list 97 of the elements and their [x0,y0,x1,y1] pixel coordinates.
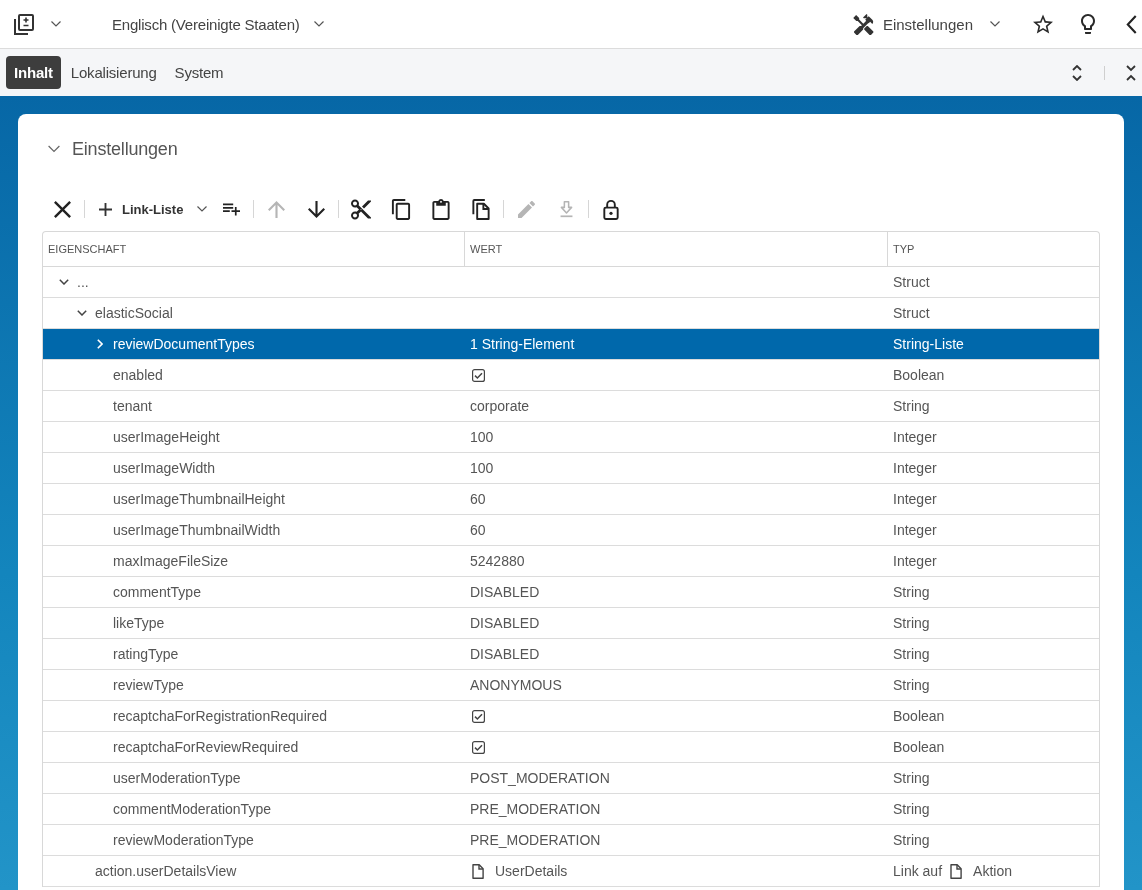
property-value: 5242880 [470,553,525,569]
arrow-down-icon [307,200,325,218]
property-type: String [893,398,930,414]
property-value: 100 [470,429,494,445]
property-value: DISABLED [470,646,540,662]
add-menu-button[interactable]: Link-Liste [87,193,212,225]
property-name: reviewModerationType [113,832,254,848]
linked-type: Aktion [973,863,1012,879]
property-type: String [893,677,930,693]
property-value: 60 [470,491,486,507]
chevron-down-icon[interactable] [77,310,87,316]
property-value: 1 String-Element [470,336,575,352]
caret-icon [197,206,208,212]
caret-icon [313,21,324,27]
property-type: String [893,832,930,848]
property-name: tenant [113,398,152,414]
tab[interactable]: Inhalt [6,56,61,89]
chevron-down-icon[interactable] [59,279,69,285]
document-stack-icon [14,13,34,35]
column-header[interactable]: TYP [887,232,1099,266]
checked-checkbox-icon[interactable] [472,740,485,754]
table-row[interactable]: reviewDocumentTypes 1 String-Element String-Liste [43,329,1099,360]
property-type: Integer [893,429,937,445]
property-name: ... [77,274,89,290]
caret-icon [51,21,61,27]
plus-icon [99,202,112,216]
locale-dropdown[interactable]: Englisch (Vereinigte Staaten) [112,4,324,44]
property-value: corporate [470,398,530,414]
tools-icon [852,13,874,35]
checked-checkbox-icon[interactable] [472,368,485,382]
lightbulb-icon [1078,14,1098,34]
chevron-down-icon[interactable] [48,145,60,153]
fold-icon [1126,64,1136,81]
close-icon [53,200,71,218]
property-type: String-Liste [893,336,964,352]
property-type: String [893,615,930,631]
property-value: PRE_MODERATION [470,832,601,848]
property-name: recaptchaForRegistrationRequired [113,708,327,724]
scissors-icon [351,198,372,220]
caret-icon [990,21,1000,27]
pencil-icon [517,200,535,218]
copy-file-icon [471,198,492,220]
property-type: String [893,770,930,786]
property-name: reviewDocumentTypes [113,336,255,352]
property-value: DISABLED [470,615,540,631]
property-type: Integer [893,553,937,569]
property-type: Struct [893,305,930,321]
checked-checkbox-icon[interactable] [472,709,485,723]
property-name: userImageWidth [113,460,215,476]
property-type: String [893,801,930,817]
property-type: Boolean [893,739,945,755]
property-name: maxImageFileSize [113,553,229,569]
column-header[interactable]: WERT [464,232,887,266]
tab[interactable]: System [166,56,232,89]
property-type: Boolean [893,708,945,724]
property-value: 100 [470,460,494,476]
property-type: Link auf [893,863,943,879]
property-name: recaptchaForReviewRequired [113,739,299,755]
property-type: Struct [893,274,930,290]
property-value: POST_MODERATION [470,770,610,786]
chevron-left-icon [1126,14,1137,34]
lock-icon [601,198,622,220]
property-name: ratingType [113,646,179,662]
property-type: Integer [893,522,937,538]
arrow-up-icon [267,200,285,218]
property-name: elasticSocial [95,305,173,321]
clipboard-icon [431,198,452,220]
tab[interactable]: Lokalisierung [62,56,165,89]
property-name: enabled [113,367,163,383]
column-header[interactable]: EIGENSCHAFT [43,232,464,266]
property-name: userImageThumbnailHeight [113,491,285,507]
property-name: userImageHeight [113,429,220,445]
property-value: ANONYMOUS [470,677,562,693]
property-name: likeType [113,615,165,631]
linked-document[interactable]: UserDetails [495,863,568,879]
property-type: String [893,584,930,600]
property-type: String [893,646,930,662]
property-value: DISABLED [470,584,540,600]
property-value: 60 [470,522,486,538]
property-name: reviewType [113,677,184,693]
unfold-icon [1072,64,1082,81]
property-value: PRE_MODERATION [470,801,601,817]
property-type: Boolean [893,367,945,383]
section-title: Einstellungen [72,138,178,160]
document-icon [950,863,963,879]
document-icon [472,863,484,879]
property-name: userImageThumbnailWidth [113,522,281,538]
property-type: Integer [893,491,937,507]
view-dropdown[interactable]: Einstellungen [852,4,1000,44]
property-type: Integer [893,460,937,476]
star-icon [1033,14,1053,34]
property-name: commentModerationType [113,801,271,817]
property-name: action.userDetailsView [95,863,237,879]
chevron-right-icon[interactable] [97,339,103,349]
property-name: userModerationType [113,770,241,786]
copy-icon [391,198,412,220]
property-name: commentType [113,584,201,600]
